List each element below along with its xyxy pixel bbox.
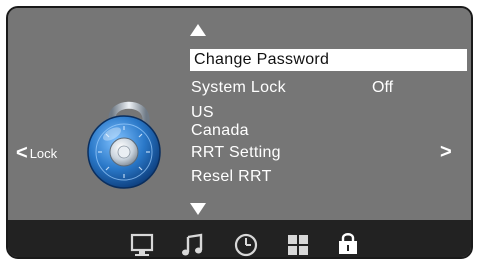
system-lock-value: Off — [372, 79, 394, 96]
music-note-icon[interactable] — [179, 232, 207, 258]
menu-item-label: Canada — [191, 122, 249, 139]
menu-item-canada[interactable]: Canada — [191, 122, 249, 140]
padlock-icon[interactable] — [334, 230, 362, 256]
lock-menu-panel: Change Password System Lock Off US Canad… — [8, 8, 471, 220]
clock-icon[interactable] — [232, 232, 260, 258]
menu-item-change-password[interactable]: Change Password — [190, 49, 467, 71]
nav-prev-button[interactable]: < Lock — [16, 143, 57, 163]
monitor-icon[interactable] — [128, 232, 156, 258]
nav-next-button[interactable]: > — [440, 141, 452, 164]
scroll-down-icon[interactable] — [190, 203, 206, 215]
menu-item-rrt-setting[interactable]: RRT Setting — [191, 144, 281, 162]
grid-icon[interactable] — [284, 232, 312, 258]
menu-item-label: RRT Setting — [191, 144, 281, 161]
menu-item-resel-rrt[interactable]: Resel RRT — [191, 168, 272, 186]
menu-item-label: Change Password — [194, 51, 330, 68]
menu-item-label: System Lock — [191, 79, 286, 96]
scroll-up-icon[interactable] — [190, 24, 206, 36]
osd-window: Change Password System Lock Off US Canad… — [6, 6, 473, 259]
chevron-right-icon: > — [440, 141, 452, 163]
nav-prev-label: Lock — [29, 145, 58, 161]
chevron-left-icon: < — [16, 142, 28, 164]
combination-lock-icon — [87, 101, 161, 189]
menu-item-us[interactable]: US — [191, 104, 214, 122]
menu-item-label: US — [191, 104, 214, 121]
menu-item-system-lock[interactable]: System Lock — [191, 79, 286, 97]
menu-item-label: Resel RRT — [191, 168, 272, 185]
